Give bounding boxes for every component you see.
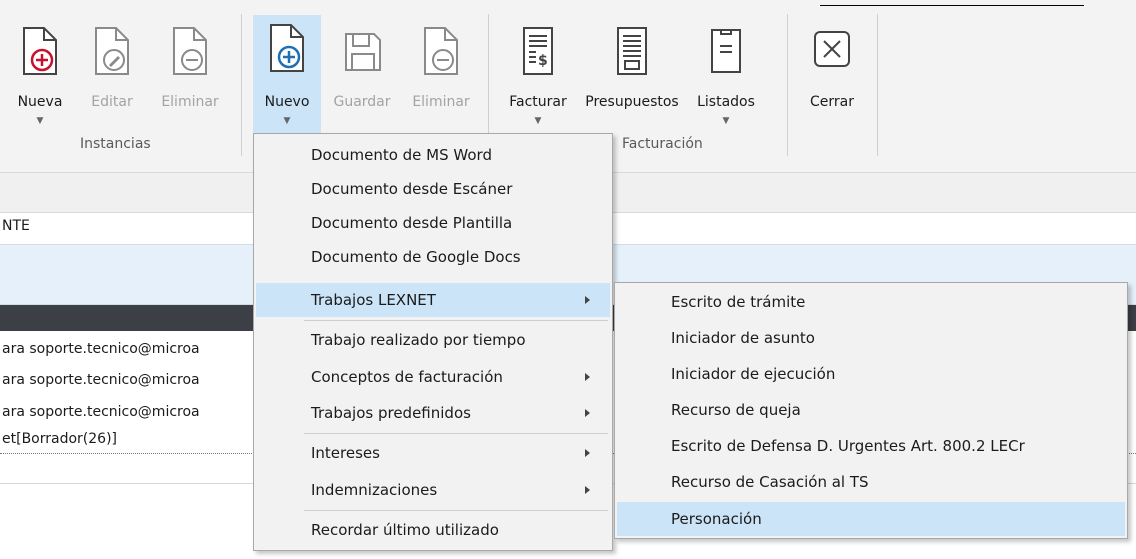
- instancias-group-label: Instancias: [80, 136, 151, 152]
- cerrar-label: Cerrar: [810, 94, 854, 110]
- cerrar-button[interactable]: Cerrar: [798, 18, 866, 130]
- submenu-arrow-icon: [585, 409, 590, 417]
- listados-label: Listados: [697, 94, 755, 110]
- nuevo-label: Nuevo: [264, 94, 310, 110]
- menu-item-documento-plantilla[interactable]: Documento desde Plantilla: [256, 206, 610, 240]
- presupuestos-button[interactable]: Presupuestos: [578, 18, 686, 130]
- menu-item-label: Documento de MS Word: [311, 146, 492, 164]
- doc-edit-icon: [95, 27, 129, 75]
- menu-item-label: Documento desde Escáner: [311, 180, 513, 198]
- menu-item-label: Documento desde Plantilla: [311, 214, 513, 232]
- submenu-arrow-icon: [585, 296, 590, 304]
- list-item[interactable]: ara soporte.tecnico@microa: [2, 341, 262, 357]
- save-icon: [345, 33, 381, 71]
- listados-button[interactable]: Listados ▼: [690, 18, 762, 130]
- menu-item-label: Indemnizaciones: [311, 481, 438, 499]
- menu-item-recordar-ultimo[interactable]: Recordar último utilizado: [256, 513, 610, 547]
- menu-item-recurso-casacion[interactable]: Recurso de Casación al TS: [617, 465, 1125, 499]
- menu-item-label: Escrito de Defensa D. Urgentes Art. 800.…: [671, 437, 1025, 455]
- facturacion-group-label: Facturación: [622, 136, 703, 152]
- menu-item-escrito-defensa[interactable]: Escrito de Defensa D. Urgentes Art. 800.…: [617, 429, 1125, 463]
- submenu-arrow-icon: [585, 373, 590, 381]
- menu-item-escrito-tramite[interactable]: Escrito de trámite: [617, 285, 1125, 319]
- eliminar-label: Eliminar: [412, 94, 470, 110]
- nueva-label: Nueva: [17, 94, 63, 110]
- menu-item-iniciador-ejecucion[interactable]: Iniciador de ejecución: [617, 357, 1125, 391]
- list-icon: [711, 29, 741, 73]
- menu-item-trabajos-lexnet[interactable]: Trabajos LEXNET: [256, 283, 610, 317]
- submenu-arrow-icon: [585, 486, 590, 494]
- eliminar-label: Eliminar: [161, 94, 219, 110]
- menu-item-recurso-queja[interactable]: Recurso de queja: [617, 393, 1125, 427]
- menu-item-documento-google-docs[interactable]: Documento de Google Docs: [256, 240, 610, 274]
- menu-item-label: Trabajo realizado por tiempo: [311, 331, 526, 349]
- menu-item-documento-ms-word[interactable]: Documento de MS Word: [256, 138, 610, 172]
- menu-item-label: Iniciador de ejecución: [671, 365, 836, 383]
- menu-item-label: Recordar último utilizado: [311, 521, 499, 539]
- doc-plus-blue-icon: [270, 24, 304, 72]
- chevron-down-icon: ▼: [36, 116, 44, 126]
- column-header: NTE: [2, 218, 30, 234]
- top-border-line: [820, 5, 1084, 6]
- invoice-icon: $: [523, 27, 553, 75]
- menu-item-label: Conceptos de facturación: [311, 368, 503, 386]
- menu-item-label: Escrito de trámite: [671, 293, 806, 311]
- editar-instancia-button[interactable]: Editar: [78, 18, 146, 130]
- doc-minus-icon: [424, 27, 458, 75]
- chevron-down-icon: ▼: [722, 116, 730, 126]
- menu-item-label: Trabajos LEXNET: [311, 291, 436, 309]
- nuevo-dropdown-menu: Documento de MS Word Documento desde Esc…: [253, 133, 613, 551]
- menu-separator: [304, 433, 608, 434]
- menu-item-personacion[interactable]: Personación: [617, 502, 1125, 536]
- menu-item-indemnizaciones[interactable]: Indemnizaciones: [256, 473, 610, 507]
- chevron-down-icon: ▼: [534, 116, 542, 126]
- nuevo-documento-button[interactable]: Nuevo ▼: [253, 15, 321, 133]
- eliminar-documento-button[interactable]: Eliminar: [402, 18, 480, 130]
- eliminar-instancia-button[interactable]: Eliminar: [150, 18, 230, 130]
- menu-item-label: Iniciador de asunto: [671, 329, 815, 347]
- menu-item-label: Recurso de Casación al TS: [671, 473, 869, 491]
- menu-separator: [304, 510, 608, 511]
- list-item[interactable]: ara soporte.tecnico@microa: [2, 372, 262, 388]
- group-divider: [787, 14, 788, 156]
- menu-item-label: Intereses: [311, 444, 380, 462]
- menu-item-label: Recurso de queja: [671, 401, 801, 419]
- guardar-button[interactable]: Guardar: [324, 18, 400, 130]
- doc-minus-icon: [173, 27, 207, 75]
- lexnet-submenu: Escrito de trámite Iniciador de asunto I…: [614, 282, 1128, 539]
- list-item[interactable]: ara soporte.tecnico@microa: [2, 404, 262, 420]
- editar-label: Editar: [91, 94, 133, 110]
- facturar-label: Facturar: [509, 94, 567, 110]
- menu-item-conceptos-facturacion[interactable]: Conceptos de facturación: [256, 360, 610, 394]
- chevron-down-icon: ▼: [283, 116, 291, 126]
- svg-text:$: $: [538, 53, 548, 69]
- submenu-arrow-icon: [585, 449, 590, 457]
- close-icon: [814, 31, 850, 67]
- nueva-instancia-button[interactable]: Nueva ▼: [6, 18, 74, 130]
- doc-plus-red-icon: [23, 27, 57, 75]
- group-divider: [241, 14, 242, 156]
- menu-item-label: Documento de Google Docs: [311, 248, 521, 266]
- guardar-label: Guardar: [333, 94, 391, 110]
- menu-item-label: Personación: [671, 510, 762, 528]
- menu-separator: [304, 320, 608, 321]
- menu-item-documento-escaner[interactable]: Documento desde Escáner: [256, 172, 610, 206]
- menu-item-intereses[interactable]: Intereses: [256, 436, 610, 470]
- presupuestos-label: Presupuestos: [585, 94, 679, 110]
- menu-item-trabajos-predefinidos[interactable]: Trabajos predefinidos: [256, 396, 610, 430]
- group-divider: [877, 14, 878, 156]
- facturar-button[interactable]: $ Facturar ▼: [500, 18, 576, 130]
- budget-icon: [617, 27, 647, 75]
- menu-item-trabajo-realizado-tiempo[interactable]: Trabajo realizado por tiempo: [256, 323, 610, 357]
- menu-item-iniciador-asunto[interactable]: Iniciador de asunto: [617, 321, 1125, 355]
- menu-item-label: Trabajos predefinidos: [311, 404, 471, 422]
- list-item[interactable]: et[Borrador(26)]: [2, 431, 262, 447]
